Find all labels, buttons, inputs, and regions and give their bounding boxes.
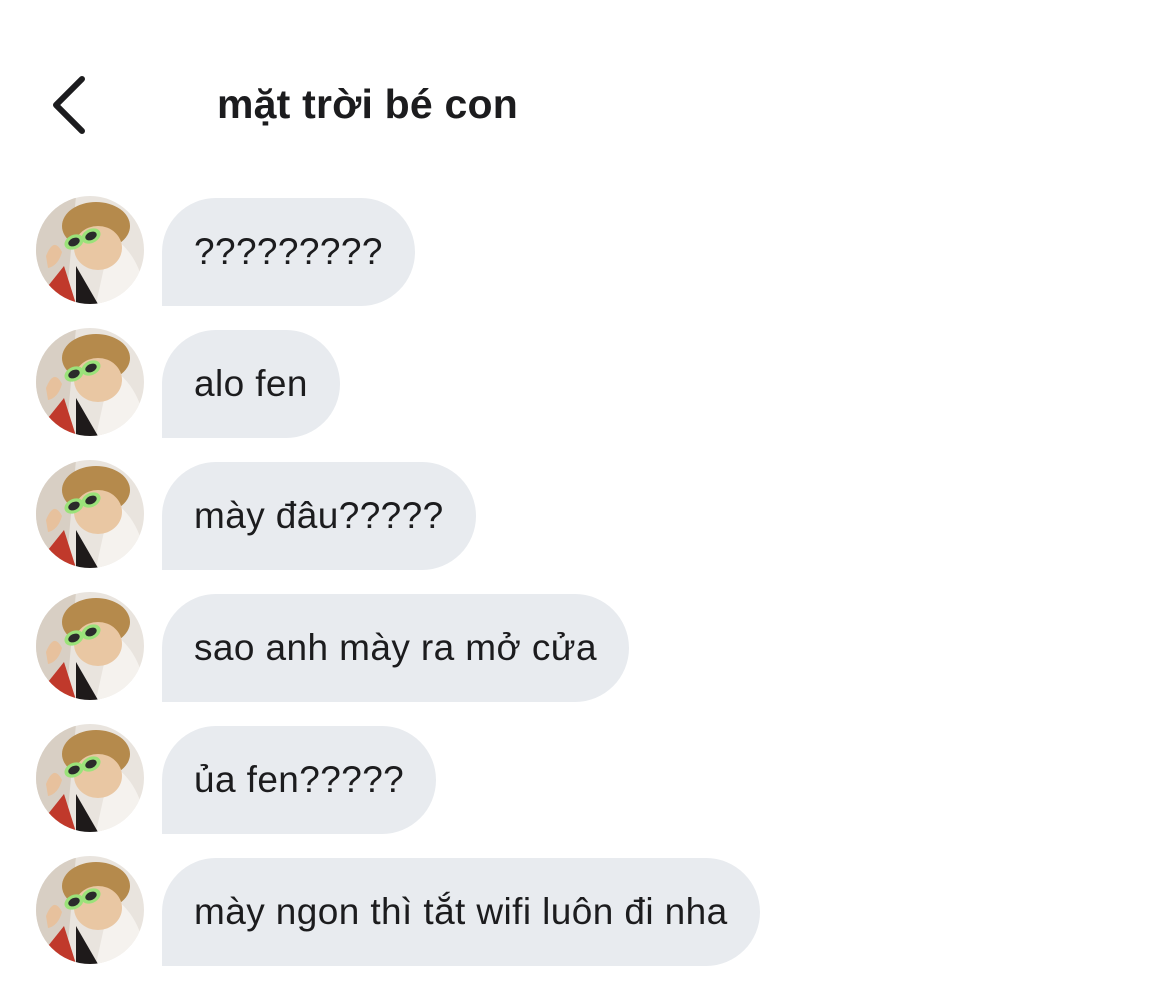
message-text: ủa fen????? (194, 759, 405, 800)
message-bubble[interactable]: alo fen (162, 330, 340, 438)
message-row: mày đâu????? (0, 460, 1169, 570)
message-bubble[interactable]: mày đâu????? (162, 462, 476, 570)
avatar[interactable] (36, 196, 144, 304)
avatar[interactable] (36, 592, 144, 700)
avatar[interactable] (36, 460, 144, 568)
message-text: sao anh mày ra mở cửa (194, 627, 597, 668)
chat-screen: mặt trời bé con ????????? alo fen mày đâ… (0, 0, 1169, 987)
avatar[interactable] (36, 856, 144, 964)
message-bubble[interactable]: ủa fen????? (162, 726, 437, 834)
avatar[interactable] (36, 724, 144, 832)
message-row: mày ngon thì tắt wifi luôn đi nha (0, 856, 1169, 966)
message-bubble[interactable]: sao anh mày ra mở cửa (162, 594, 629, 702)
message-text: alo fen (194, 363, 308, 404)
conversation-title[interactable]: mặt trời bé con (217, 78, 518, 130)
message-row: ????????? (0, 196, 1169, 306)
chevron-left-icon (53, 76, 85, 134)
message-bubble[interactable]: ????????? (162, 198, 415, 306)
message-row: alo fen (0, 328, 1169, 438)
back-button[interactable] (38, 70, 98, 140)
avatar[interactable] (36, 328, 144, 436)
message-bubble[interactable]: mày ngon thì tắt wifi luôn đi nha (162, 858, 760, 966)
chat-header: mặt trời bé con (0, 0, 1169, 180)
message-text: ????????? (194, 231, 383, 272)
message-text: mày ngon thì tắt wifi luôn đi nha (194, 891, 728, 932)
message-row: ủa fen????? (0, 724, 1169, 834)
message-text: mày đâu????? (194, 495, 444, 536)
message-row: sao anh mày ra mở cửa (0, 592, 1169, 702)
